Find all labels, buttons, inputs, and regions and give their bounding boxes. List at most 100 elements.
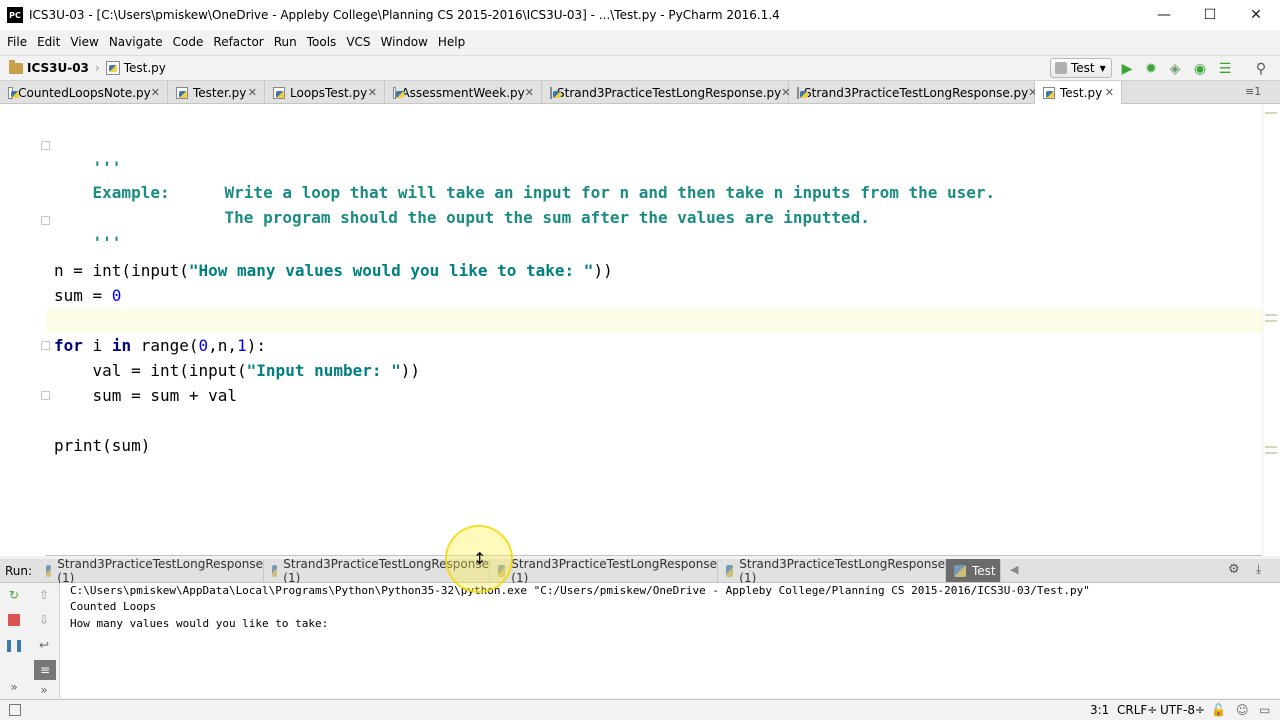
code-text: i	[82, 336, 112, 355]
menu-edit[interactable]: Edit	[32, 35, 65, 49]
tab-countedloopsnote[interactable]: CountedLoopsNote.py ✕	[0, 81, 168, 104]
maximize-button[interactable]: ☐	[1187, 0, 1233, 30]
fold-marker-icon[interactable]	[41, 141, 50, 150]
current-line-highlight	[0, 309, 1262, 333]
status-bar: 3:1 CRLF÷ UTF-8÷ 🔓 ☺ ▭	[0, 699, 1280, 720]
close-tab-icon[interactable]: ✕	[248, 86, 257, 99]
search-icon[interactable]: ⚲	[1252, 60, 1270, 78]
python-config-icon	[1055, 62, 1067, 74]
menu-vcs[interactable]: VCS	[341, 35, 375, 49]
file-encoding[interactable]: UTF-8÷	[1160, 703, 1205, 717]
python-file-icon	[176, 86, 188, 99]
inspector-icon[interactable]: ☺	[1236, 703, 1249, 717]
code-line-n-input: n = int(input("How many values would you…	[54, 260, 613, 282]
scroll-marker	[1265, 320, 1277, 322]
window-title: ICS3U-03 - [C:\Users\pmiskew\OneDrive - …	[29, 8, 780, 22]
docstring-line-2: The program should the ouput the sum aft…	[224, 208, 870, 227]
code-line-print: print(sum)	[54, 435, 150, 457]
chevron-down-icon: ▼	[1099, 63, 1106, 73]
close-tab-icon[interactable]: ✕	[525, 86, 534, 99]
close-tab-icon[interactable]: ✕	[1105, 86, 1114, 99]
run-tab-label: Strand3PracticeTestLongResponse (1)	[739, 556, 945, 585]
python-file-icon	[797, 86, 808, 99]
gear-icon[interactable]: ⚙	[1228, 562, 1240, 577]
run-tab-3[interactable]: Strand3PracticeTestLongResponse (1)	[490, 557, 718, 585]
tab-test-active[interactable]: Test.py ✕	[1035, 81, 1122, 104]
tab-strand3practicetest-2[interactable]: Strand3PracticeTestLongResponse.py ✕	[789, 81, 1037, 104]
menu-tools[interactable]: Tools	[302, 35, 342, 49]
run-tab-1[interactable]: Strand3PracticeTestLongResponse (1)	[38, 557, 264, 585]
down-arrow-icon[interactable]: ⇩	[36, 612, 52, 628]
close-tab-icon[interactable]: ✕	[368, 86, 377, 99]
tab-label: AssessmentWeek.py	[401, 85, 525, 100]
run-tab-4[interactable]: Strand3PracticeTestLongResponse (1)	[718, 556, 946, 585]
lock-icon[interactable]: 🔓	[1211, 703, 1226, 717]
up-arrow-icon[interactable]: ⇧	[36, 587, 52, 603]
menu-refactor[interactable]: Refactor	[208, 35, 268, 49]
menu-help[interactable]: Help	[433, 35, 470, 49]
fold-marker-icon[interactable]	[41, 216, 50, 225]
coverage-icon[interactable]: ◈	[1166, 60, 1184, 78]
console-toolbar: ↻ ⇧ ⇩ ❚❚ ↩ ≡ » »	[0, 583, 60, 698]
minimize-button[interactable]: —	[1141, 0, 1187, 30]
code-text: ,n,	[208, 336, 238, 355]
tab-loopstest[interactable]: LoopsTest.py ✕	[265, 81, 385, 104]
scroll-marker	[1265, 446, 1277, 448]
python-file-icon	[1043, 86, 1055, 99]
more-actions-icon[interactable]: »	[36, 682, 52, 698]
menu-run[interactable]: Run	[269, 35, 302, 49]
tab-label: Strand3PracticeTestLongResponse.py	[804, 85, 1029, 100]
code-text: ):	[246, 336, 266, 355]
hide-panel-icon[interactable]: ⤓	[1256, 562, 1261, 577]
number-literal: 0	[198, 336, 209, 355]
tab-list-icon[interactable]: ≡1	[1245, 85, 1261, 98]
event-log-icon[interactable]: ▭	[1259, 703, 1270, 717]
tab-tester[interactable]: Tester.py ✕	[168, 81, 265, 104]
editor-tab-bar: CountedLoopsNote.py ✕ Tester.py ✕ LoopsT…	[0, 81, 1280, 104]
fold-marker-icon[interactable]	[41, 341, 50, 350]
menu-view[interactable]: View	[65, 35, 103, 49]
run-configuration-dropdown[interactable]: Test ▼	[1050, 58, 1112, 78]
code-text: range(	[131, 336, 199, 355]
line-separator[interactable]: CRLF÷	[1117, 703, 1157, 717]
number-literal: 0	[111, 286, 122, 305]
tab-assessmentweek[interactable]: AssessmentWeek.py ✕	[385, 81, 542, 104]
caret-position[interactable]: 3:1	[1090, 703, 1109, 717]
tool-windows-icon[interactable]	[9, 704, 21, 716]
breadcrumb-project[interactable]: ICS3U-03	[27, 61, 89, 75]
tab-strand3practicetest-1[interactable]: Strand3PracticeTestLongResponse.py ✕	[542, 81, 790, 104]
concurrency-icon[interactable]: ☰	[1216, 60, 1234, 78]
pause-icon[interactable]: ❚❚	[4, 637, 24, 653]
profile-icon[interactable]: ◉	[1191, 60, 1209, 78]
debug-icon[interactable]: ✹	[1142, 60, 1160, 78]
scroll-tabs-left-icon[interactable]: ◀	[1010, 563, 1018, 576]
run-tab-test-active[interactable]: Test	[946, 559, 1001, 582]
editor-scrollbar[interactable]	[1262, 104, 1280, 556]
close-window-button[interactable]: ✕	[1233, 0, 1279, 30]
run-tab-label: Test	[972, 563, 996, 578]
code-text: n = int(input(	[54, 261, 189, 280]
python-file-icon	[105, 61, 120, 75]
soft-wrap-icon[interactable]: ↩	[36, 637, 52, 653]
close-tab-icon[interactable]: ✕	[151, 86, 160, 99]
scroll-to-end-icon[interactable]: ≡	[34, 660, 56, 680]
fold-marker-icon[interactable]	[41, 391, 50, 400]
rerun-icon[interactable]: ↻	[6, 587, 22, 603]
run-console[interactable]: ↻ ⇧ ⇩ ❚❚ ↩ ≡ » » C:\Users\pmiskew\AppDat…	[0, 583, 1280, 698]
run-icon[interactable]: ▶	[1118, 60, 1136, 78]
tab-label: CountedLoopsNote.py	[18, 85, 151, 100]
menu-navigate[interactable]: Navigate	[104, 35, 168, 49]
resize-cursor-icon: ↕	[473, 549, 487, 568]
menu-code[interactable]: Code	[168, 35, 209, 49]
code-editor[interactable]: ''' Example: Write a loop that will take…	[0, 104, 1280, 556]
breadcrumb-file[interactable]: Test.py	[124, 61, 166, 75]
code-line-2-text: Write a loop that will take an input for…	[186, 160, 996, 202]
menu-window[interactable]: Window	[376, 35, 433, 49]
title-bar: PC ICS3U-03 - [C:\Users\pmiskew\OneDrive…	[0, 0, 1280, 30]
stop-icon[interactable]	[8, 614, 20, 626]
code-text: ))	[400, 361, 421, 380]
more-actions-icon[interactable]: »	[6, 679, 22, 695]
menu-file[interactable]: File	[2, 35, 32, 49]
scroll-marker	[1265, 112, 1277, 114]
code-line-4: '''	[54, 210, 122, 252]
